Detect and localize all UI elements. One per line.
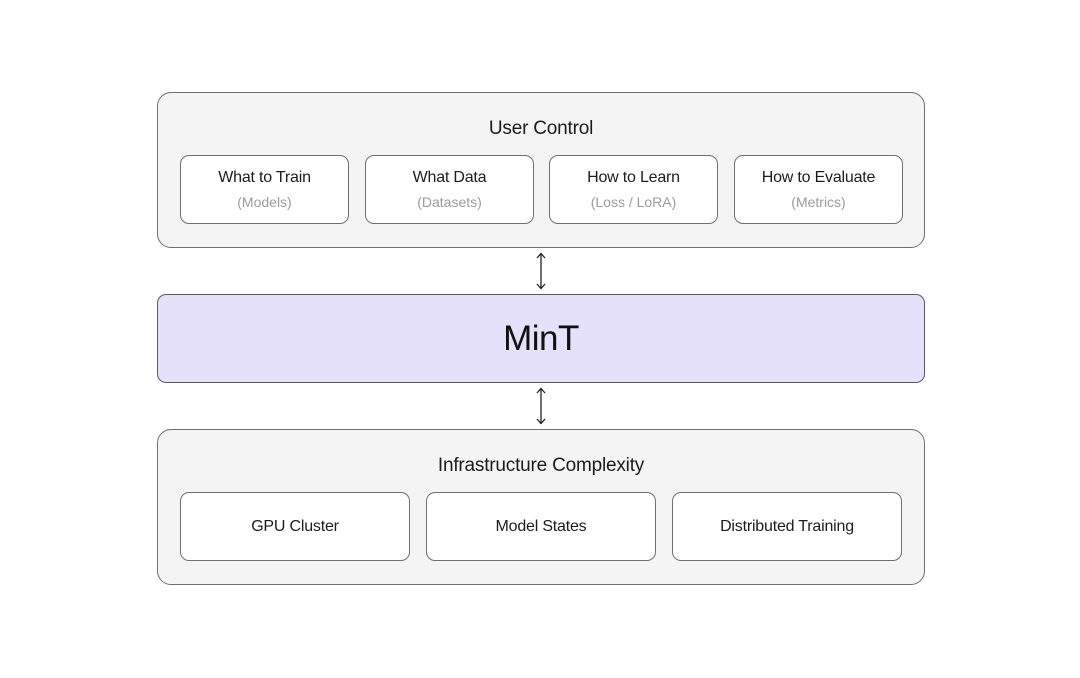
what-to-train-subtitle: (Models) (237, 194, 292, 210)
how-to-learn-card: How to Learn (Loss / LoRA) (549, 155, 718, 224)
what-to-train-title: What to Train (218, 169, 311, 186)
distributed-training-card: Distributed Training (672, 492, 902, 561)
how-to-learn-subtitle: (Loss / LoRA) (590, 194, 677, 210)
infrastructure-title: Infrastructure Complexity (437, 455, 645, 476)
how-to-learn-title: How to Learn (587, 169, 680, 186)
user-control-title: User Control (488, 118, 594, 139)
mint-title: MinT (503, 318, 579, 358)
gpu-cluster-title: GPU Cluster (251, 517, 339, 535)
how-to-evaluate-card: How to Evaluate (Metrics) (734, 155, 903, 224)
model-states-title: Model States (495, 517, 587, 535)
what-data-subtitle: (Datasets) (417, 194, 482, 210)
mint-panel: MinT (157, 294, 925, 383)
what-data-card: What Data (Datasets) (365, 155, 534, 224)
user-control-panel: User Control What to Train (Models) What… (157, 92, 925, 248)
double-arrow-icon (536, 387, 546, 425)
double-arrow-icon (536, 252, 546, 290)
model-states-card: Model States (426, 492, 656, 561)
what-data-title: What Data (412, 169, 487, 186)
how-to-evaluate-title: How to Evaluate (761, 169, 876, 186)
how-to-evaluate-subtitle: (Metrics) (791, 194, 846, 210)
gpu-cluster-card: GPU Cluster (180, 492, 410, 561)
infrastructure-panel: Infrastructure Complexity GPU Cluster Mo… (157, 429, 925, 585)
what-to-train-card: What to Train (Models) (180, 155, 349, 224)
distributed-training-title: Distributed Training (720, 517, 854, 535)
